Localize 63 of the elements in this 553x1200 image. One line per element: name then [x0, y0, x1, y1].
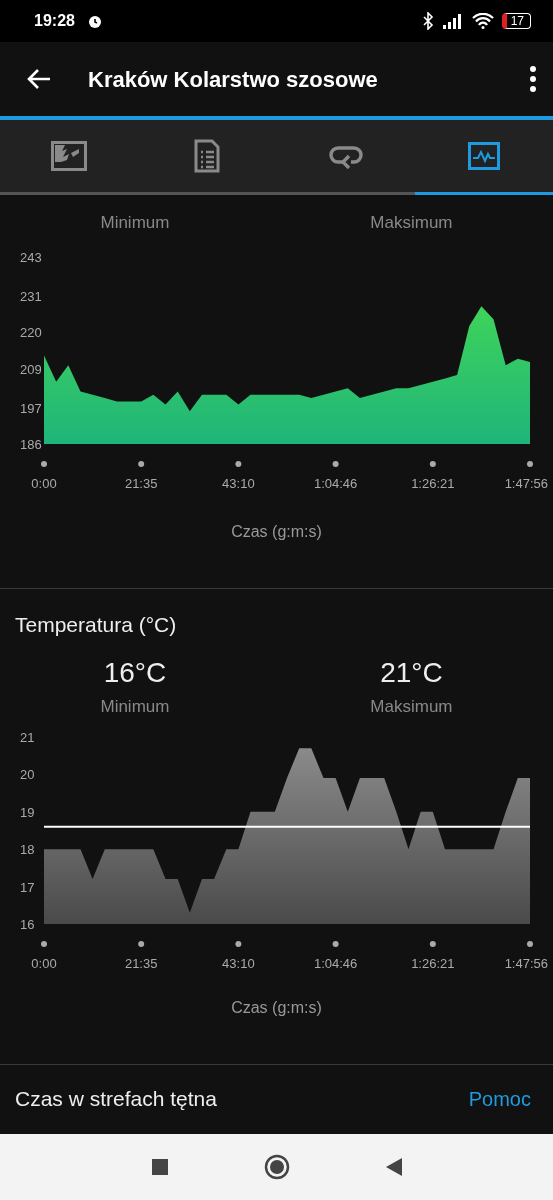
- more-options-icon[interactable]: [529, 66, 537, 92]
- wifi-icon: [471, 13, 494, 29]
- tick-dot: [429, 940, 436, 947]
- y-tick-label: 21: [20, 729, 35, 745]
- x-tick-label: 1:47:56: [504, 475, 548, 491]
- tick-dot: [138, 460, 145, 467]
- map-icon: [51, 141, 88, 171]
- y-tick-label: 209: [20, 361, 42, 377]
- tick-dot: [235, 940, 242, 947]
- back-icon[interactable]: [26, 68, 52, 90]
- x-tick-label: 21:35: [124, 475, 158, 491]
- tick-dot: [429, 460, 436, 467]
- y-tick-label: 197: [20, 400, 42, 416]
- screen-title: Kraków Kolarstwo szosowe: [88, 65, 378, 94]
- bluetooth-icon: [421, 12, 434, 30]
- tick-dot: [41, 460, 47, 467]
- y-tick-label: 231: [20, 288, 42, 304]
- x-tick-label: 43:10: [222, 475, 255, 491]
- stat-label: Minimum: [99, 696, 171, 718]
- loop-icon: [328, 143, 363, 169]
- tick-dot: [138, 940, 145, 947]
- axis-title: Czas (g:m:s): [230, 521, 323, 542]
- activity-chart-icon: [467, 142, 500, 170]
- tick-dot: [527, 940, 533, 947]
- x-tick-label: 21:35: [124, 955, 158, 971]
- tick-dot: [527, 460, 533, 467]
- y-tick-label: 19: [20, 804, 35, 820]
- axis-title: Czas (g:m:s): [230, 997, 323, 1018]
- y-tick-label: 16: [20, 916, 35, 932]
- stat-value: 16°C: [102, 656, 168, 690]
- stat-label: Maksimum: [369, 696, 454, 718]
- section-title: Czas w strefach tętna: [15, 1086, 217, 1113]
- recents-icon[interactable]: [151, 1159, 168, 1175]
- home-icon[interactable]: [263, 1154, 290, 1180]
- y-tick-label: 20: [20, 766, 35, 782]
- y-tick-label: 17: [20, 879, 35, 895]
- tick-dot: [235, 460, 242, 467]
- alarm-icon: [86, 13, 103, 29]
- x-tick-label: 1:26:21: [411, 475, 455, 491]
- x-tick-label: 0:00: [31, 475, 57, 491]
- y-tick-label: 243: [20, 249, 42, 265]
- clock-time: 19:28: [34, 11, 75, 31]
- x-tick-label: 1:47:56: [504, 955, 548, 971]
- back-icon[interactable]: [385, 1158, 402, 1176]
- help-link[interactable]: Pomoc: [468, 1084, 531, 1114]
- stat-label: Minimum: [99, 212, 171, 234]
- stat-label: Maksimum: [369, 212, 454, 234]
- y-tick-label: 186: [20, 436, 42, 452]
- signal-icon: [441, 13, 464, 29]
- battery-indicator: 17: [501, 13, 531, 29]
- x-tick-label: 1:04:46: [313, 955, 358, 971]
- x-tick-label: 0:00: [31, 955, 57, 971]
- y-tick-label: 18: [20, 841, 35, 857]
- x-tick-label: 43:10: [222, 955, 255, 971]
- stat-value: 21°C: [379, 656, 444, 690]
- x-tick-label: 1:04:46: [313, 475, 358, 491]
- tick-dot: [332, 940, 339, 947]
- tick-dot: [41, 940, 47, 947]
- document-list-icon: [194, 139, 221, 173]
- y-tick-label: 220: [20, 324, 42, 340]
- x-tick-label: 1:26:21: [411, 955, 455, 971]
- section-title: Temperatura (°C): [14, 611, 178, 638]
- tick-dot: [332, 460, 339, 467]
